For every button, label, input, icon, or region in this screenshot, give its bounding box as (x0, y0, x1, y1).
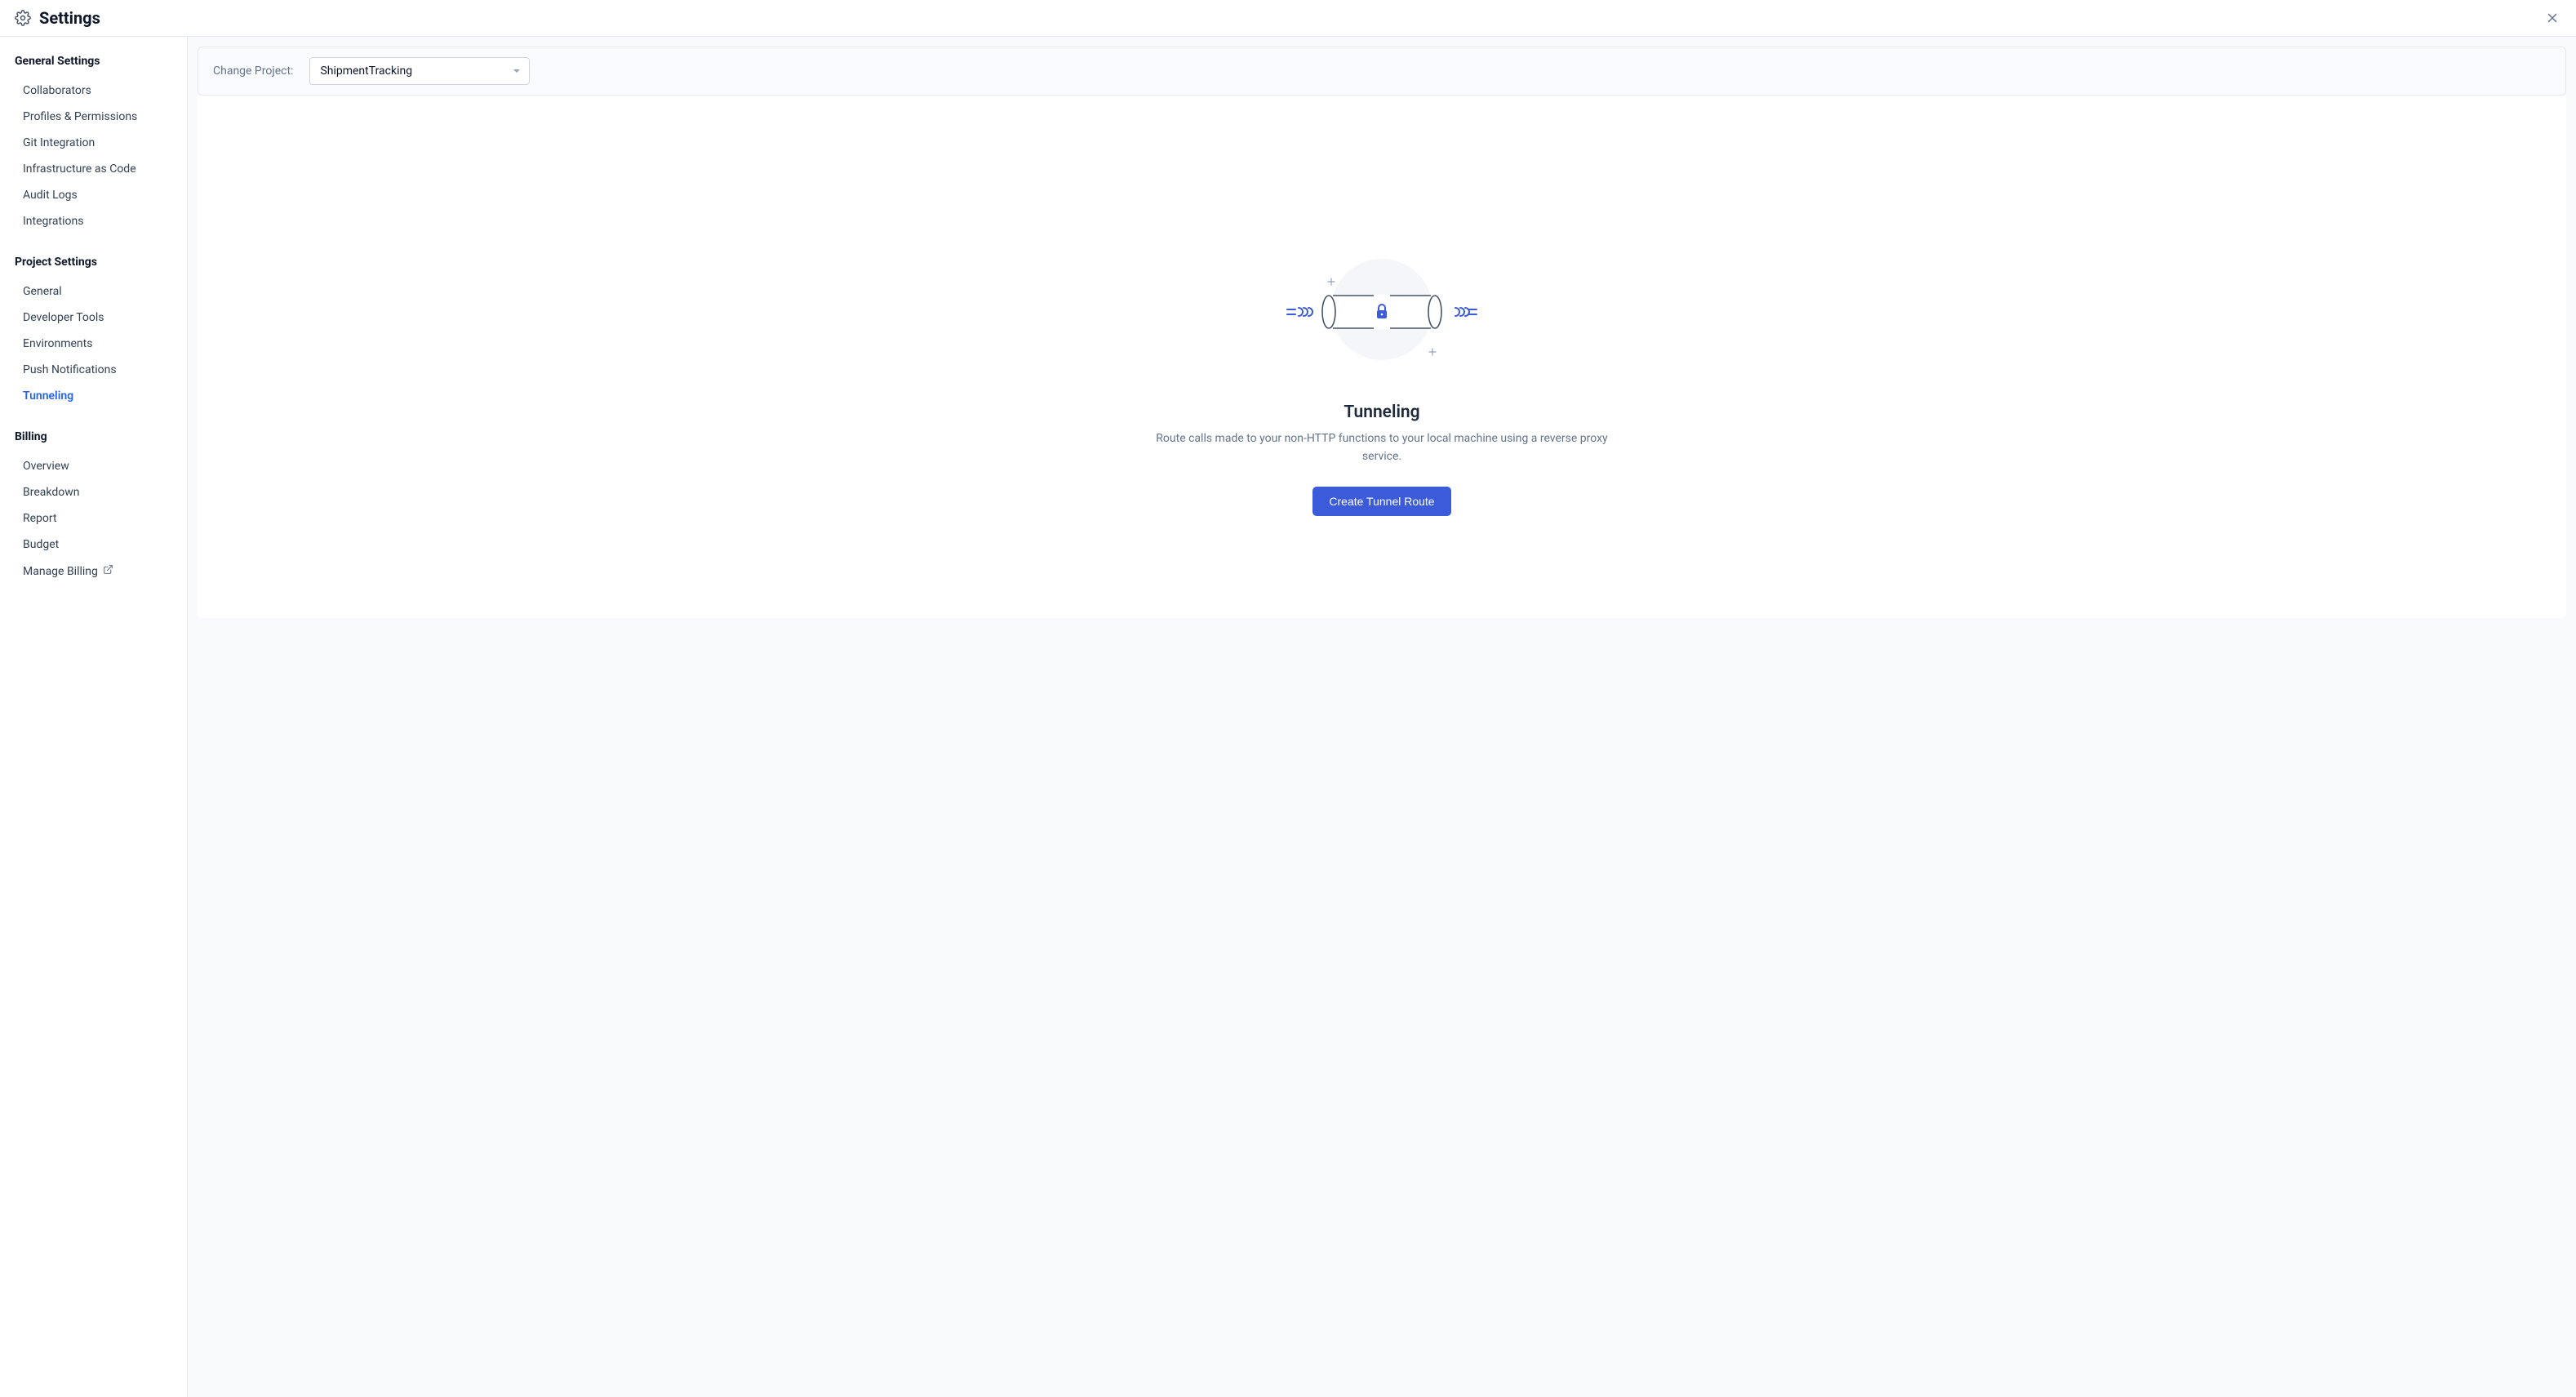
sidebar-item-budget[interactable]: Budget (15, 532, 172, 558)
gear-icon (15, 10, 31, 26)
sidebar-item-git-integration[interactable]: Git Integration (15, 130, 172, 156)
sidebar-item-general[interactable]: General (15, 278, 172, 305)
sidebar-item-manage-billing[interactable]: Manage Billing (15, 558, 172, 585)
close-icon (2545, 11, 2560, 25)
settings-sidebar: General Settings Collaborators Profiles & … (0, 37, 188, 1397)
sidebar-item-label: Profiles & Permissions (23, 110, 137, 123)
header-title-wrap: Settings (15, 8, 100, 28)
sidebar-item-infrastructure-as-code[interactable]: Infrastructure as Code (15, 156, 172, 182)
sidebar-item-report[interactable]: Report (15, 505, 172, 532)
sidebar-item-label: Integrations (23, 215, 83, 228)
sidebar-item-label: General (23, 285, 62, 298)
sidebar-item-push-notifications[interactable]: Push Notifications (15, 357, 172, 383)
sidebar-section-title: Billing (15, 430, 172, 443)
sidebar-item-label: Git Integration (23, 136, 95, 149)
sidebar-item-label: Budget (23, 538, 59, 551)
sidebar-item-label: Breakdown (23, 486, 79, 499)
sidebar-section-title: General Settings (15, 55, 172, 68)
sidebar-item-tunneling[interactable]: Tunneling (15, 383, 172, 409)
project-select[interactable]: ShipmentTracking (309, 57, 530, 85)
tunnel-illustration (1284, 251, 1480, 373)
sidebar-item-developer-tools[interactable]: Developer Tools (15, 305, 172, 331)
tunneling-title: Tunneling (1344, 403, 1419, 422)
sidebar-section: General Settings Collaborators Profiles & … (15, 55, 172, 234)
sidebar-item-label: Push Notifications (23, 363, 117, 376)
sidebar-item-integrations[interactable]: Integrations (15, 208, 172, 234)
settings-header: Settings (0, 0, 2576, 37)
sidebar-item-environments[interactable]: Environments (15, 331, 172, 357)
sidebar-item-overview[interactable]: Overview (15, 453, 172, 479)
sidebar-item-label: Developer Tools (23, 311, 104, 324)
sidebar-item-breakdown[interactable]: Breakdown (15, 479, 172, 505)
sidebar-item-label: Environments (23, 337, 92, 350)
project-selector-bar: Change Project: ShipmentTracking (198, 47, 2566, 96)
project-select-value: ShipmentTracking (320, 65, 412, 78)
sidebar-section: Billing Overview Breakdown Report Budget Mana… (15, 430, 172, 585)
sidebar-item-label: Report (23, 512, 57, 525)
close-button[interactable] (2540, 6, 2565, 30)
sidebar-section-title: Project Settings (15, 256, 172, 269)
chevron-down-icon (513, 67, 521, 75)
sidebar-item-label: Audit Logs (23, 189, 78, 202)
sidebar-item-profiles-permissions[interactable]: Profiles & Permissions (15, 104, 172, 130)
sidebar-item-label: Overview (23, 460, 69, 473)
create-tunnel-route-button[interactable]: Create Tunnel Route (1312, 487, 1450, 516)
sidebar-item-label: Manage Billing (23, 565, 98, 578)
external-link-icon (103, 564, 113, 578)
tunneling-description: Route calls made to your non-HTTP functi… (1145, 430, 1619, 465)
sidebar-section: Project Settings General Developer Tools En… (15, 256, 172, 409)
change-project-label: Change Project: (213, 65, 293, 78)
sidebar-item-label: Collaborators (23, 84, 91, 97)
sidebar-item-label: Tunneling (23, 389, 73, 403)
sidebar-item-label: Infrastructure as Code (23, 162, 136, 176)
tunneling-empty-state: Tunneling Route calls made to your non-H… (198, 96, 2566, 618)
page-title: Settings (39, 8, 100, 28)
sidebar-item-audit-logs[interactable]: Audit Logs (15, 182, 172, 208)
main-content: Change Project: ShipmentTracking (188, 37, 2576, 1397)
sidebar-item-collaborators[interactable]: Collaborators (15, 78, 172, 104)
